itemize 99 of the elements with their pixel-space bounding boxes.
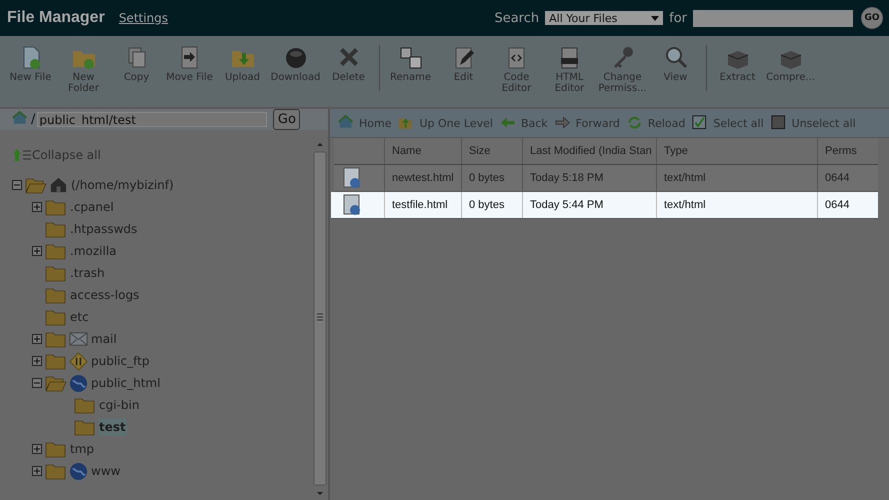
folder-item[interactable]: mail: [90, 330, 118, 348]
letters-icon: [398, 45, 424, 71]
nav-button[interactable]: Up One Level: [395, 114, 496, 132]
nav-button[interactable]: Forward: [552, 114, 623, 132]
folder-icon: [74, 396, 96, 414]
file-row[interactable]: testfile.html 0 bytes Today 5:44 PM text/html 0644: [331, 192, 878, 219]
collapse-toggle[interactable]: [32, 378, 43, 388]
table-cell: Today 5:18 PM: [523, 165, 657, 191]
folder-item[interactable]: cgi-bin: [98, 396, 140, 414]
column-header[interactable]: Last Modified (India Stan: [523, 138, 657, 164]
table-cell: newtest.html: [385, 165, 462, 191]
folder-item[interactable]: .mozilla: [69, 242, 118, 260]
toolbar-button[interactable]: New Folder: [59, 45, 108, 94]
folder-item[interactable]: (/home/mybizinf): [70, 176, 175, 194]
open-folder-icon: [45, 374, 67, 392]
table-cell: Today 5:44 PM: [523, 192, 657, 218]
checkbox-icon: [770, 114, 788, 132]
nav-button[interactable]: Unselect all: [768, 114, 859, 132]
folder-item[interactable]: .trash: [69, 264, 106, 282]
toolbar-button[interactable]: Edit: [439, 45, 488, 83]
toolbar-button[interactable]: Change Permiss...: [598, 45, 647, 94]
forward-arrow-icon: [554, 114, 572, 132]
expand-toggle[interactable]: [32, 246, 43, 256]
table-cell-text: 0644: [824, 171, 850, 186]
folder-item[interactable]: .cpanel: [69, 198, 115, 216]
folder-icon: [45, 286, 67, 304]
app-title: File Manager: [7, 9, 105, 27]
home-icon: [49, 176, 68, 194]
folder-item[interactable]: access-logs: [69, 286, 140, 304]
file-row[interactable]: newtest.html 0 bytes Today 5:18 PM text/html 0644: [334, 165, 878, 192]
toolbar-button[interactable]: Move File: [165, 45, 214, 83]
nav-button[interactable]: Home: [335, 114, 394, 132]
toolbar-button[interactable]: View: [651, 45, 700, 83]
toolbar-button[interactable]: HTML Editor: [545, 45, 594, 94]
nav-button[interactable]: Reload: [624, 114, 688, 132]
toolbar-button[interactable]: Delete: [324, 45, 373, 83]
folder-icon: [45, 462, 67, 480]
table-cell: 0 bytes: [462, 165, 523, 191]
folder-item[interactable]: public_ftp: [90, 352, 150, 370]
column-header[interactable]: Type: [657, 138, 818, 164]
toolbar-button[interactable]: Copy: [112, 45, 161, 83]
toolbar-button[interactable]: Extract: [713, 45, 762, 83]
folder-icon: [74, 418, 96, 436]
search-label: Search: [494, 10, 540, 26]
reload-icon: [626, 114, 644, 132]
search-field[interactable]: [693, 10, 853, 26]
folder-icon: [45, 308, 67, 326]
scope-dropdown[interactable]: All Your Files: [545, 11, 664, 25]
column-header[interactable]: Perms: [818, 138, 878, 164]
globe-icon: [69, 462, 88, 480]
column-header[interactable]: Size: [462, 138, 523, 164]
nav-button[interactable]: Back: [496, 114, 551, 132]
column-header[interactable]: Name: [385, 138, 462, 164]
expand-toggle[interactable]: [32, 444, 43, 454]
folder-icon: [45, 198, 67, 216]
go-button[interactable]: GO: [861, 7, 883, 29]
table-cell: text/html: [657, 192, 818, 218]
expand-toggle[interactable]: [32, 202, 43, 212]
table-cell: 0 bytes: [462, 192, 523, 218]
folder-icon: [45, 352, 67, 370]
globe-icon: [69, 374, 88, 392]
nav-button[interactable]: Select all: [689, 114, 767, 132]
folder-icon: [45, 440, 67, 458]
expand-toggle[interactable]: [32, 334, 43, 344]
folder-item[interactable]: etc: [69, 308, 90, 326]
toolbar-button[interactable]: Upload: [218, 45, 267, 83]
toolbar-button[interactable]: New File: [6, 45, 55, 83]
folder-item[interactable]: .htpasswds: [69, 220, 138, 238]
ftp-icon: [69, 352, 88, 370]
folder-item[interactable]: tmp: [69, 440, 96, 458]
folder-icon: [45, 330, 67, 348]
toolbar-button[interactable]: Download: [271, 45, 320, 83]
table-cell-text: 0644: [824, 198, 850, 213]
folder-item[interactable]: public_html: [90, 374, 162, 392]
settings-link[interactable]: Settings: [118, 11, 168, 25]
envelope-icon: [69, 330, 88, 348]
path-field[interactable]: public_html/test: [37, 112, 268, 127]
table-cell: text/html: [657, 165, 818, 191]
go-button[interactable]: Go: [273, 109, 300, 130]
collapse-all-link[interactable]: Collapse all: [13, 148, 312, 162]
table-cell: testfile.html: [385, 192, 462, 218]
folder-item[interactable]: test: [98, 418, 127, 436]
folder-icon: [45, 242, 67, 260]
expand-toggle[interactable]: [32, 466, 43, 476]
folder-icon: [45, 220, 67, 238]
path-prefix: /: [31, 112, 36, 127]
folder-icon: [45, 264, 67, 282]
open-folder-icon: [25, 176, 47, 194]
toolbar-button[interactable]: Code Editor: [492, 45, 541, 94]
expand-toggle[interactable]: [32, 356, 43, 366]
html-file-icon: [342, 167, 362, 189]
collapse-toggle[interactable]: [12, 180, 23, 190]
caret-icon: [651, 16, 660, 20]
html-file-icon: [342, 194, 362, 216]
collapse-icon: [13, 148, 31, 162]
toolbar-button[interactable]: Compre...: [766, 45, 815, 83]
toolbar-button[interactable]: Rename: [386, 45, 435, 83]
folder-item[interactable]: www: [90, 462, 122, 480]
for-label: for: [669, 10, 687, 26]
